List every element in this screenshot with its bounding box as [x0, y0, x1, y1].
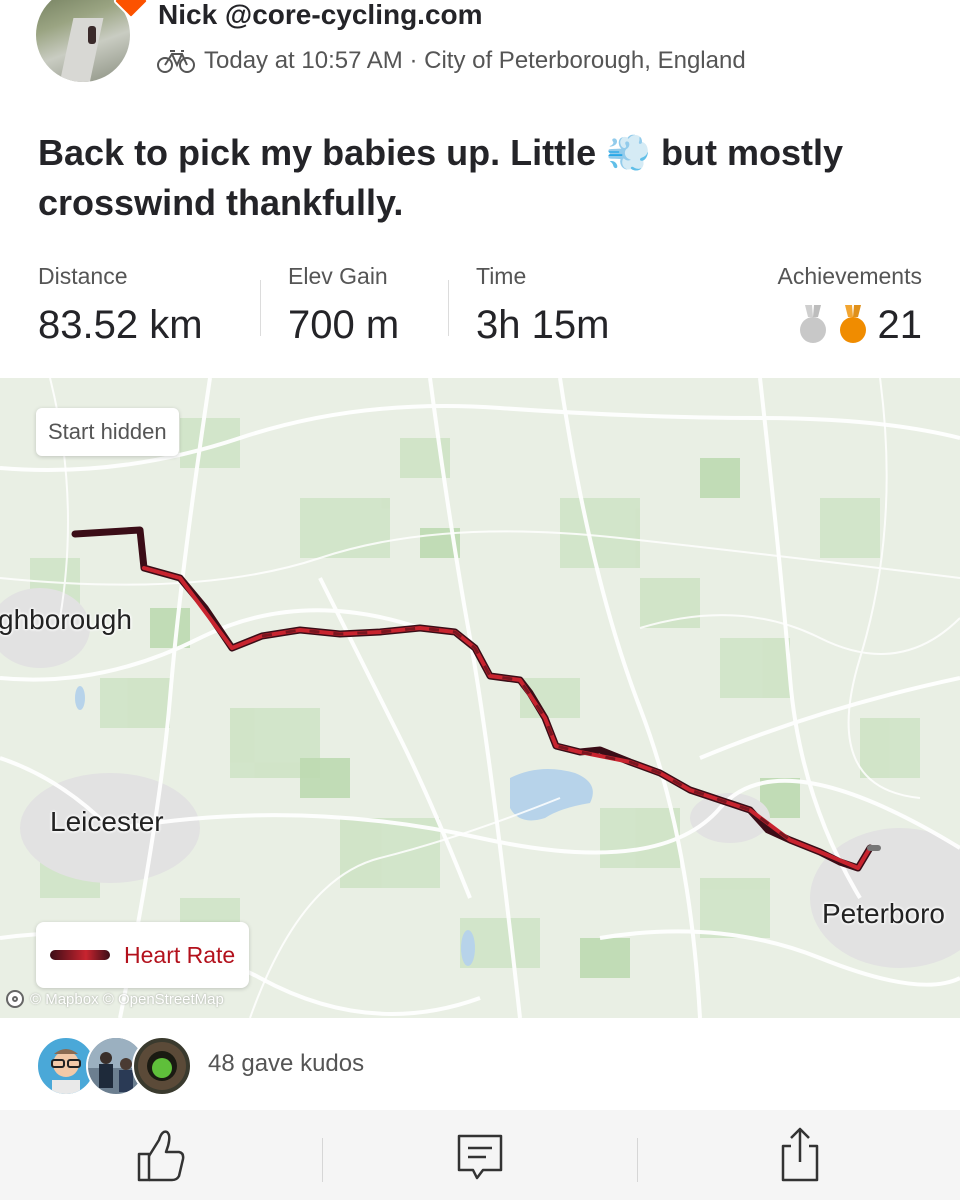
share-icon	[781, 1127, 819, 1182]
action-divider	[637, 1138, 638, 1182]
silver-medal-icon	[799, 305, 826, 343]
action-bar	[0, 1110, 960, 1200]
bike-icon	[157, 50, 195, 73]
stat-value: 83.52 km	[38, 303, 203, 347]
stat-label: Achievements	[777, 263, 922, 289]
kudos-count[interactable]: 48 gave kudos	[208, 1046, 364, 1082]
meta-separator: ·	[402, 47, 425, 74]
activity-card: Nick @core-cycling.com Today at 10:57 AM…	[0, 0, 960, 1200]
kudos-button[interactable]	[0, 1110, 320, 1200]
map-legend: Heart Rate	[36, 922, 250, 988]
stat-label: Elev Gain	[288, 263, 388, 289]
stat-distance: Distance 83.52 km	[38, 258, 203, 350]
kudos-row[interactable]: 48 gave kudos	[0, 1018, 960, 1110]
stat-achievements[interactable]: Achievements 21	[778, 258, 922, 350]
legend-label: Heart Rate	[124, 941, 236, 968]
activity-location: City of Peterborough, England	[424, 47, 746, 74]
stat-label: Distance	[38, 263, 128, 289]
activity-meta: Today at 10:57 AM · City of Peterborough…	[156, 46, 746, 76]
attribution-text: © Mapbox © OpenStreetMap	[30, 990, 224, 1008]
title-text-1: Back to pick my babies up. Little	[38, 132, 607, 173]
stat-label: Time	[476, 263, 527, 289]
share-button[interactable]	[640, 1110, 960, 1200]
stat-elev-gain: Elev Gain 700 m	[288, 258, 399, 350]
stat-divider	[260, 280, 261, 336]
athlete-avatar[interactable]	[36, 0, 150, 88]
stat-value: 3h 15m	[476, 303, 610, 347]
start-hidden-label: Start hidden	[36, 408, 179, 456]
place-label-leicester: Leicester	[50, 806, 164, 837]
achievements-count: 21	[877, 303, 923, 347]
activity-title[interactable]: Back to pick my babies up. Little 💨 but …	[38, 128, 918, 228]
map-attribution[interactable]: © Mapbox © OpenStreetMap	[6, 990, 224, 1008]
stat-divider	[448, 280, 449, 336]
comment-button[interactable]	[320, 1110, 640, 1200]
bronze-medal-icon	[839, 305, 866, 343]
place-label-peterborough: Peterboro	[822, 898, 945, 929]
wind-emoji: 💨	[606, 132, 651, 173]
stat-time: Time 3h 15m	[476, 258, 609, 350]
athlete-name[interactable]: Nick @core-cycling.com	[158, 0, 483, 30]
avatar[interactable]	[36, 0, 130, 82]
place-label-loughborough: ghborough	[0, 604, 132, 635]
heart-rate-swatch	[50, 950, 110, 960]
activity-stats: Distance 83.52 km Elev Gain 700 m Time 3…	[0, 258, 960, 358]
activity-header: Nick @core-cycling.com Today at 10:57 AM…	[0, 0, 960, 100]
thumbs-up-icon	[137, 1130, 185, 1182]
activity-timestamp: Today at 10:57 AM	[204, 47, 403, 74]
comment-icon	[457, 1134, 503, 1180]
achievements-value: 21	[778, 300, 922, 350]
stat-value: 700 m	[288, 303, 400, 347]
kudos-avatar	[132, 1036, 192, 1096]
route-map[interactable]: Start hidden ghborough Leicester Peterbo…	[0, 378, 960, 1018]
mapbox-logo-icon	[6, 990, 24, 1008]
